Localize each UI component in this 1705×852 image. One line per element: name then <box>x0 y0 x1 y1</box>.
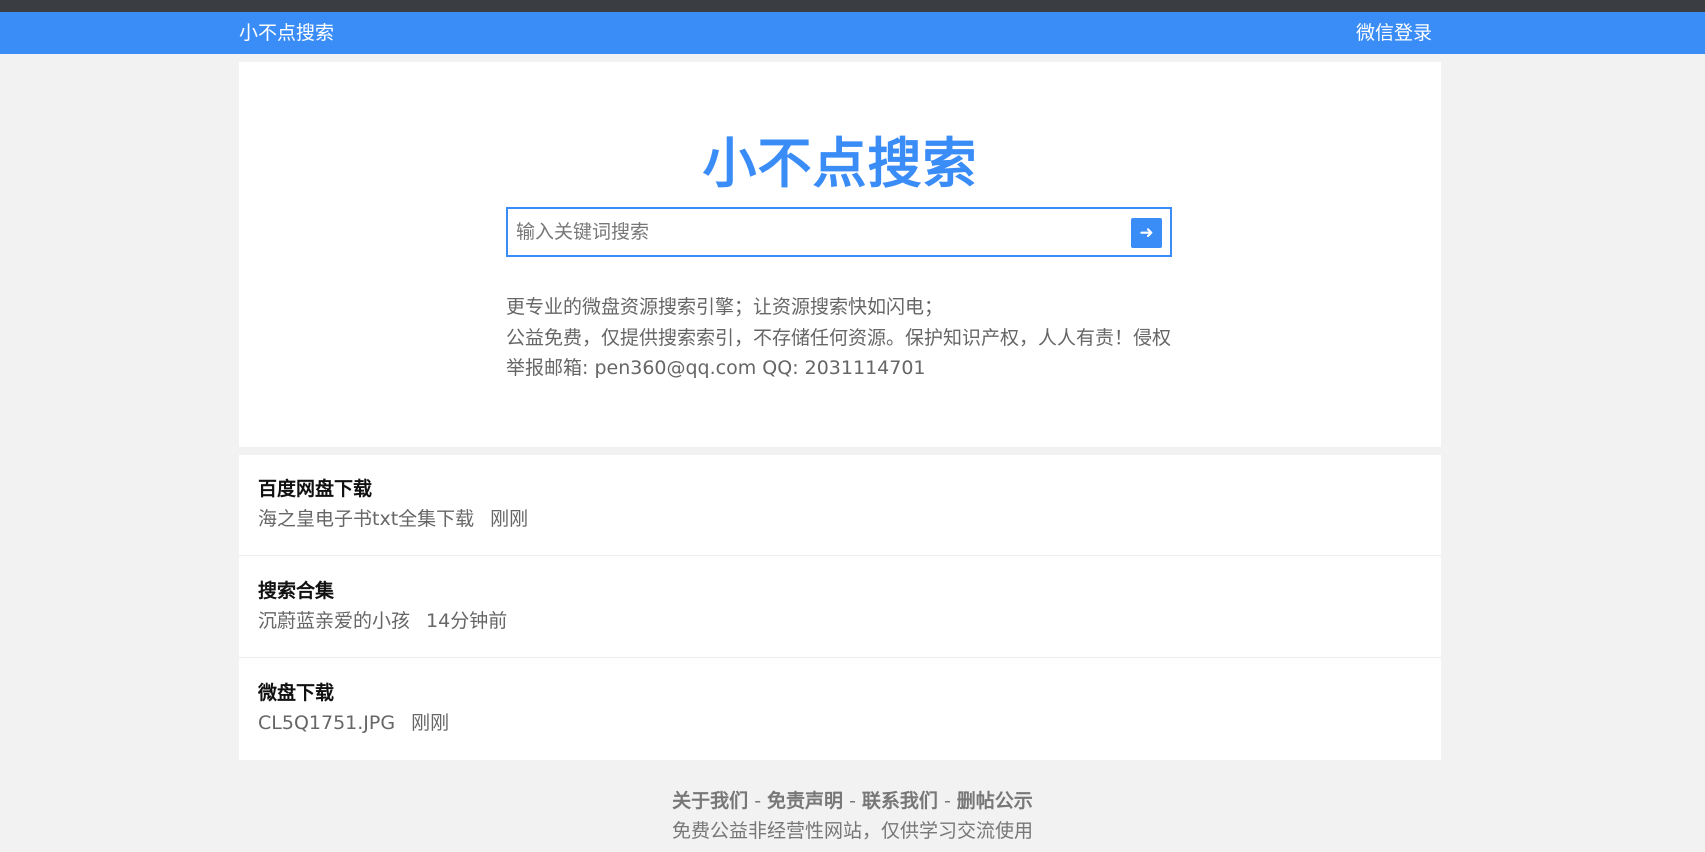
item-time: 刚刚 <box>490 508 529 530</box>
browser-top-strip <box>0 0 1705 12</box>
hero-panel: 小不点搜索 ➜ 更专业的微盘资源搜索引擎；让资源搜索快如闪电； 公益免费，仅提供… <box>239 62 1441 447</box>
item-time: 刚刚 <box>411 712 450 734</box>
item-name-link[interactable]: CL5Q1751.JPG <box>258 712 395 734</box>
footer-separator: - <box>943 790 951 812</box>
nav-brand-link[interactable]: 小不点搜索 <box>239 20 334 46</box>
item-category[interactable]: 微盘下载 <box>258 680 334 706</box>
description-line: 更专业的微盘资源搜索引擎；让资源搜索快如闪电； <box>506 296 944 318</box>
footer-link-about[interactable]: 关于我们 <box>672 790 748 812</box>
search-button[interactable]: ➜ <box>1131 218 1162 248</box>
site-title: 小不点搜索 <box>702 132 978 195</box>
site-description: 更专业的微盘资源搜索引擎；让资源搜索快如闪电； 公益免费，仅提供搜索索引，不存储… <box>506 292 1176 384</box>
footer-note: 免费公益非经营性网站，仅供学习交流使用 <box>671 820 1033 842</box>
arrow-right-icon: ➜ <box>1139 223 1154 242</box>
item-category[interactable]: 百度网盘下载 <box>258 476 372 502</box>
list-item: 搜索合集 沉蔚蓝亲爱的小孩 14分钟前 <box>239 557 1441 658</box>
description-line: 公益免费，仅提供搜索索引，不存储任何资源。保护知识产权，人人有责！侵权举报邮箱:… <box>506 326 1172 380</box>
item-detail: CL5Q1751.JPG 刚刚 <box>258 710 449 736</box>
footer-link-takedown[interactable]: 删帖公示 <box>957 790 1033 812</box>
wechat-login-link[interactable]: 微信登录 <box>1356 20 1432 46</box>
footer: 关于我们 - 免责声明 - 联系我们 - 删帖公示 免费公益非经营性网站，仅供学习交流使用 <box>0 786 1705 846</box>
search-box: ➜ <box>506 207 1172 257</box>
list-item: 百度网盘下载 海之皇电子书txt全集下载 刚刚 <box>239 455 1441 556</box>
footer-link-disclaimer[interactable]: 免责声明 <box>767 790 843 812</box>
navbar: 小不点搜索 微信登录 <box>0 12 1705 54</box>
item-detail: 海之皇电子书txt全集下载 刚刚 <box>258 506 528 532</box>
item-name-link[interactable]: 海之皇电子书txt全集下载 <box>258 508 474 530</box>
footer-link-contact[interactable]: 联系我们 <box>862 790 938 812</box>
item-detail: 沉蔚蓝亲爱的小孩 14分钟前 <box>258 608 507 634</box>
recent-searches-list: 百度网盘下载 海之皇电子书txt全集下载 刚刚 搜索合集 沉蔚蓝亲爱的小孩 14分钟… <box>239 455 1441 760</box>
search-input[interactable] <box>516 217 1106 247</box>
footer-links: 关于我们 - 免责声明 - 联系我们 - 删帖公示 <box>0 786 1705 816</box>
item-category[interactable]: 搜索合集 <box>258 578 334 604</box>
item-time: 14分钟前 <box>426 610 508 632</box>
footer-separator: - <box>754 790 762 812</box>
list-item: 微盘下载 CL5Q1751.JPG 刚刚 <box>239 659 1441 760</box>
item-name-link[interactable]: 沉蔚蓝亲爱的小孩 <box>258 610 410 632</box>
footer-separator: - <box>849 790 856 812</box>
